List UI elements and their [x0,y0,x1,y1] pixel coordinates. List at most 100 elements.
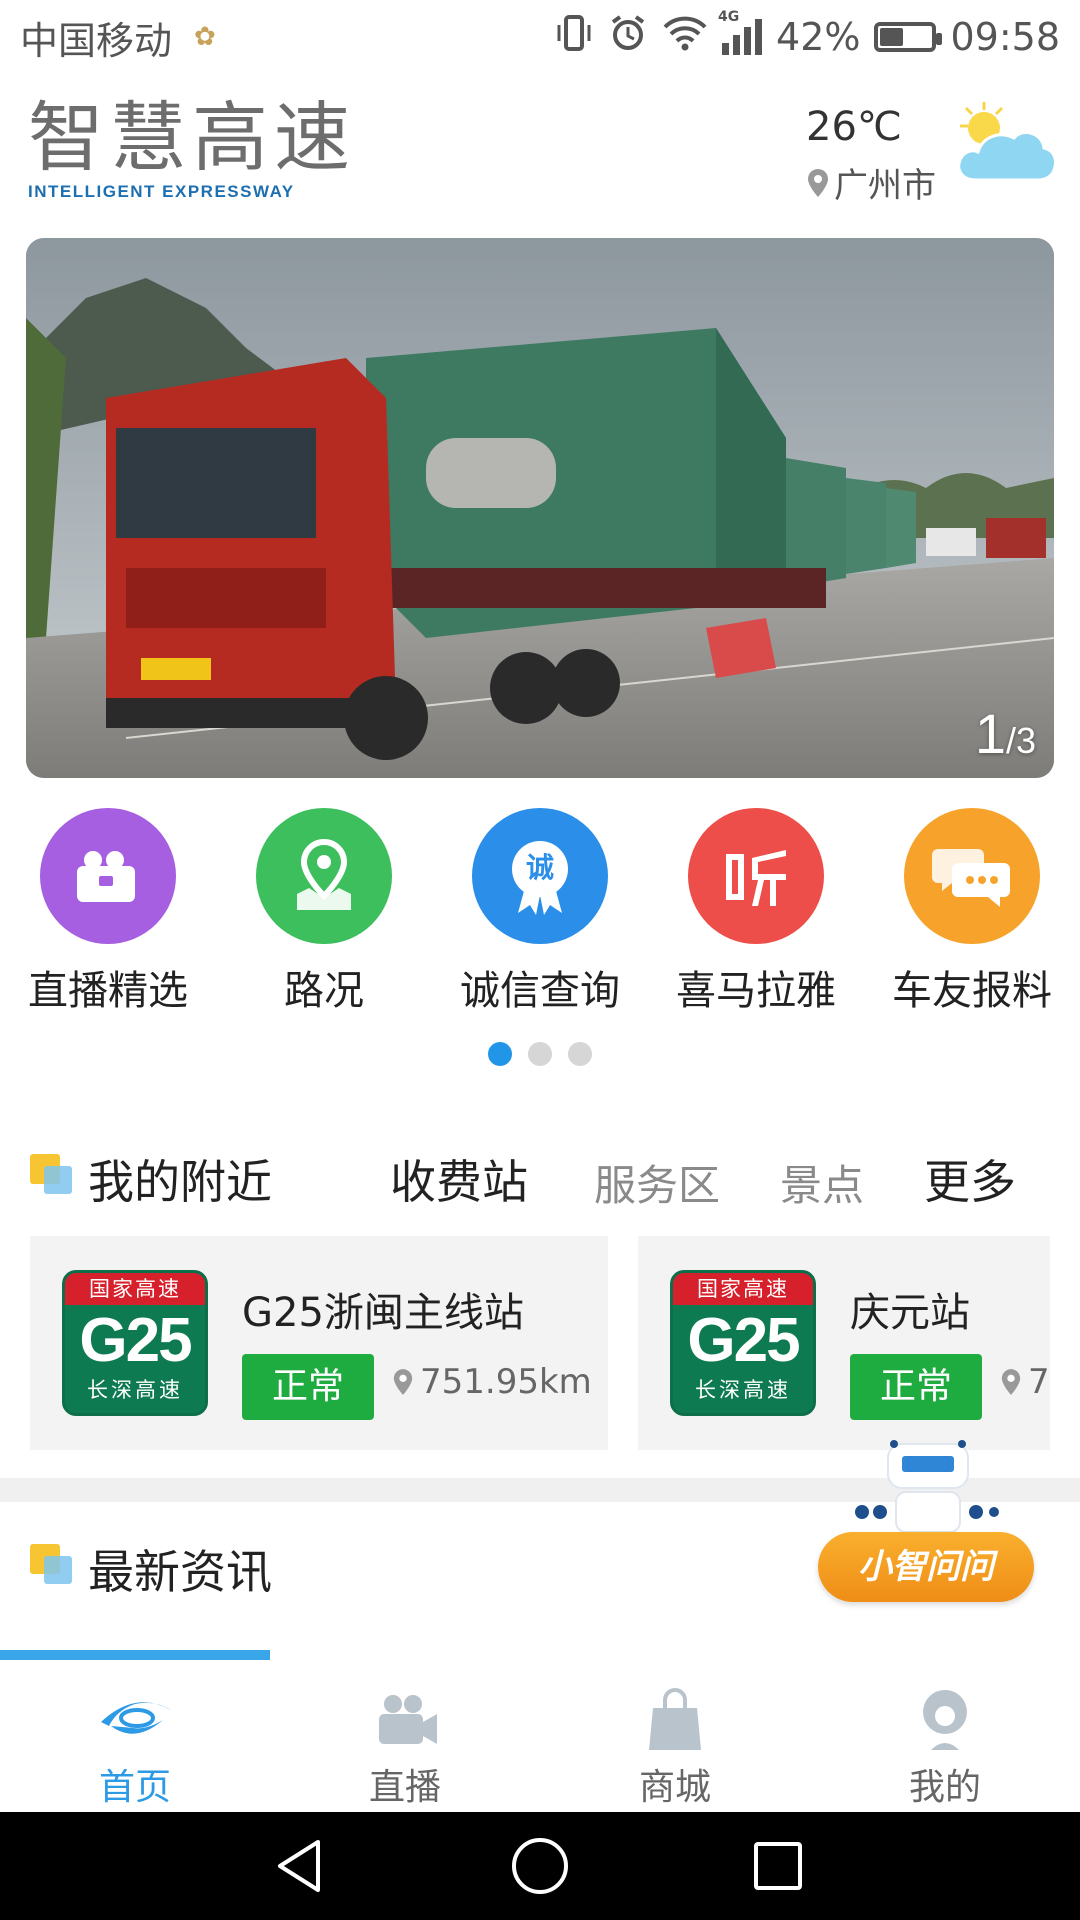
recent-apps-icon[interactable] [748,1836,808,1896]
notification-icon: ✿ [194,22,216,52]
station-name: G25浙闽主线站 [242,1290,524,1336]
pager-dot[interactable] [568,1042,592,1066]
news-title: 最新资讯 [88,1545,272,1599]
vibrate-icon [554,13,594,62]
status-right: 4G 42% 09:58 [554,9,1060,62]
banner-total-pages: /3 [1005,720,1036,761]
nav-mall[interactable]: 商城 [540,1660,810,1812]
alarm-icon [608,13,648,62]
home-button-icon[interactable] [510,1836,570,1896]
logo-chinese: 智慧高速 [28,93,356,182]
app-logo: 智慧高速 INTELLIGENT EXPRESSWAY [28,96,356,202]
expressway-shield-icon: 国家高速 G25 长深高速 [62,1270,208,1416]
user-icon [923,1690,967,1750]
quick-menu-pager [0,1042,1080,1066]
ximalaya-icon [688,808,824,944]
station-distance: 751.95km [392,1362,592,1402]
station-status-badge: 正常 [242,1354,374,1420]
distance-value: 751.95km [420,1362,592,1402]
home-eye-icon [101,1702,171,1734]
credit-badge-icon: 诚 [472,808,608,944]
system-navigation-bar [0,1812,1080,1920]
quick-menu-label: 诚信查询 [460,968,620,1014]
assistant-button[interactable]: 小智问问 [818,1532,1034,1602]
nav-label: 商城 [638,1767,711,1808]
quick-menu-label: 车友报料 [892,968,1052,1014]
bottom-navigation: 首页 直播 商城 我的 [0,1650,1080,1812]
quick-menu-user-report[interactable]: 车友报料 [864,808,1080,1016]
quick-menu-credit-query[interactable]: 诚 诚信查询 [432,808,648,1016]
network-type-label: 4G [718,9,740,25]
shield-top-text: 国家高速 [673,1273,813,1305]
battery-level [880,28,904,46]
nav-live[interactable]: 直播 [270,1660,540,1812]
location-pin-icon [1001,1369,1021,1395]
city-location[interactable]: 广州市 [806,158,936,207]
distance-value: 7 [1028,1362,1050,1402]
quick-menu-ximalaya[interactable]: 喜马拉雅 [648,808,864,1016]
location-pin-icon [393,1369,413,1395]
station-distance: 7 [1000,1362,1050,1402]
status-bar: 中国移动 ✿ 4G 42% 09:58 [0,0,1080,74]
banner-page-counter: 1/3 [975,701,1036,766]
credit-badge-text: 诚 [525,851,554,884]
tab-toll-stations[interactable]: 收费站 [390,1146,528,1212]
shield-code: G25 [687,1306,800,1375]
city-label: 广州市 [834,166,936,206]
temperature: 26℃ [806,104,902,150]
nav-profile[interactable]: 我的 [810,1660,1080,1812]
shield-top-text: 国家高速 [65,1273,205,1305]
pager-dot[interactable] [528,1042,552,1066]
nav-active-indicator [0,1650,270,1660]
tab-service-areas[interactable]: 服务区 [594,1152,720,1213]
assistant-widget[interactable]: 小智问问 [818,1436,1038,1608]
nav-label: 我的 [908,1767,981,1808]
video-camera-icon [40,808,176,944]
pager-dot[interactable] [488,1042,512,1066]
robot-icon [855,1440,999,1533]
section-marker-icon [30,1544,74,1584]
nearby-section-header: 我的附近 收费站 服务区 景点 更多 [0,1140,1080,1210]
nav-label: 直播 [368,1767,441,1808]
quick-menu-label: 路况 [284,968,364,1014]
nav-label: 首页 [98,1767,171,1808]
shield-code: G25 [79,1306,192,1375]
expressway-shield-icon: 国家高速 G25 长深高速 [670,1270,816,1416]
quick-menu-road-conditions[interactable]: 路况 [216,808,432,1016]
section-marker-icon [30,1154,74,1194]
banner-truck-image [26,238,1054,778]
shield-bottom-text: 长深高速 [87,1378,183,1402]
tab-scenic-spots[interactable]: 景点 [780,1152,864,1213]
nearby-title: 我的附近 [88,1155,272,1209]
nav-home[interactable]: 首页 [0,1660,270,1812]
station-card[interactable]: 国家高速 G25 长深高速 庆元站 正常 7 [638,1236,1050,1450]
quick-menu: 直播精选 路况 诚 诚信查询 喜马拉雅 车友报料 [0,808,1080,1014]
shopping-bag-icon [649,1688,701,1750]
weather-widget[interactable]: 26℃ 广州市 [806,96,1056,206]
quick-menu-label: 直播精选 [28,968,188,1014]
station-list: 国家高速 G25 长深高速 G25浙闽主线站 正常 751.95km 国家高速 … [30,1236,1050,1450]
logo-english: INTELLIGENT EXPRESSWAY [28,182,295,201]
status-left: 中国移动 ✿ [20,10,216,65]
carrier-label: 中国移动 [20,18,173,63]
battery-percent: 42% [776,15,861,59]
shield-bottom-text: 长深高速 [695,1378,791,1402]
banner-current-page: 1 [974,702,1006,765]
station-status-badge: 正常 [850,1354,982,1420]
app-header: 智慧高速 INTELLIGENT EXPRESSWAY 26℃ 广州市 [0,74,1080,234]
more-link[interactable]: 更多 [924,1146,1016,1212]
quick-menu-live-selection[interactable]: 直播精选 [0,808,216,1016]
chat-bubbles-icon [904,808,1040,944]
clock: 09:58 [950,15,1060,59]
video-camera-icon [379,1695,437,1744]
signal-icon: 4G [718,9,763,55]
hero-banner[interactable]: 1/3 [26,238,1054,778]
station-name: 庆元站 [850,1290,970,1336]
quick-menu-label: 喜马拉雅 [676,968,836,1014]
back-icon[interactable] [270,1836,330,1896]
wifi-icon [662,13,708,62]
location-pin-icon [808,168,828,197]
map-pin-icon [256,808,392,944]
station-card[interactable]: 国家高速 G25 长深高速 G25浙闽主线站 正常 751.95km [30,1236,608,1450]
partly-cloudy-icon [957,102,1056,182]
